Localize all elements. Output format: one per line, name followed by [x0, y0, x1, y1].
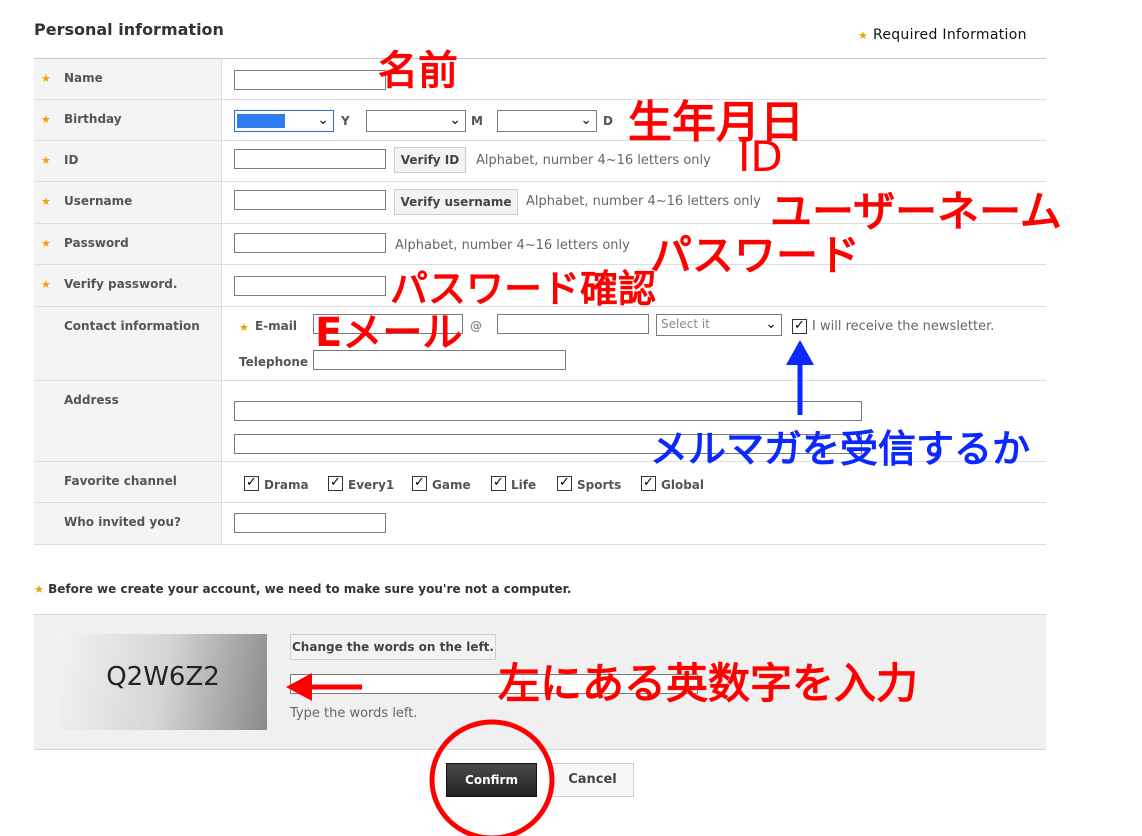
red-circle-highlight [429, 719, 555, 836]
annotation-overlay [286, 340, 814, 836]
blue-up-arrow-icon [786, 340, 814, 415]
red-left-arrow-icon [286, 673, 362, 701]
